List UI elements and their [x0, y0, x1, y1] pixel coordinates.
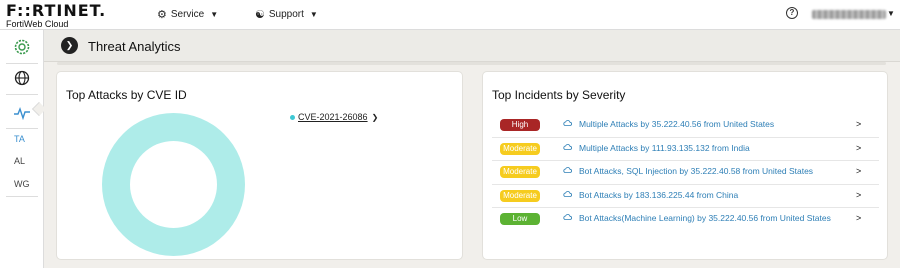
incident-row[interactable]: High Multiple Attacks by 35.222.40.56 fro… — [492, 114, 879, 138]
globe-icon[interactable] — [13, 69, 31, 87]
cloud-icon — [563, 120, 572, 126]
severity-badge: High — [500, 119, 540, 131]
service-menu-label: Service — [170, 9, 205, 20]
chevron-right-icon[interactable]: > — [856, 166, 861, 176]
user-account-redacted[interactable] — [812, 10, 886, 19]
support-menu[interactable]: ☯ Support ▼ — [255, 8, 318, 21]
chevron-right-icon[interactable]: > — [856, 213, 861, 223]
top-navbar: F::RTINET. FortiWeb Cloud ⚙ Service ▼ ☯ … — [0, 0, 900, 30]
header-divider — [57, 62, 886, 65]
severity-badge: Moderate — [500, 142, 540, 155]
card-title: Top Attacks by CVE ID — [66, 88, 187, 102]
sidebar-divider — [6, 63, 38, 64]
user-menu-caret-icon[interactable]: ▼ — [887, 9, 895, 18]
incident-list: High Multiple Attacks by 35.222.40.56 fro… — [492, 114, 879, 232]
cloud-icon — [563, 143, 572, 150]
service-menu[interactable]: ⚙ Service ▼ — [157, 8, 218, 21]
donut-hole — [130, 141, 217, 228]
sidebar-divider — [6, 196, 38, 197]
incident-link[interactable]: Multiple Attacks by 111.93.135.132 from … — [579, 143, 750, 153]
activity-pulse-icon[interactable] — [13, 104, 31, 122]
sidebar-item-al[interactable]: AL — [0, 156, 44, 166]
fortinet-logo[interactable]: F::RTINET. FortiWeb Cloud — [6, 3, 106, 29]
chevron-right-icon[interactable]: > — [856, 119, 861, 129]
product-name: FortiWeb Cloud — [6, 19, 69, 29]
severity-badge: Low — [500, 213, 540, 225]
chevron-right-icon[interactable]: ❯ — [61, 37, 78, 54]
service-icon: ⚙ — [157, 9, 167, 21]
incident-link[interactable]: Bot Attacks(Machine Learning) by 35.222.… — [579, 213, 831, 223]
incident-row[interactable]: Moderate Bot Attacks, SQL Injection by 35… — [492, 161, 879, 185]
cloud-icon — [563, 167, 572, 173]
severity-badge: Moderate — [500, 166, 540, 178]
top-attacks-cve-card: Top Attacks by CVE ID CVE-2021-26086 ❯ — [57, 72, 462, 259]
sidebar-item-wg[interactable]: WG — [0, 179, 44, 189]
support-icon: ☯ — [255, 9, 265, 21]
chevron-right-icon: ❯ — [371, 112, 379, 122]
sidebar: TA AL WG — [0, 30, 44, 268]
settings-gear-icon[interactable] — [13, 38, 31, 56]
cloud-icon — [563, 214, 572, 220]
sidebar-divider — [6, 94, 38, 95]
sidebar-divider — [6, 128, 38, 129]
incident-row[interactable]: Moderate Multiple Attacks by 111.93.135.1… — [492, 138, 879, 161]
incident-link[interactable]: Bot Attacks, SQL Injection by 35.222.40.… — [579, 166, 813, 176]
sidebar-item-ta[interactable]: TA — [0, 134, 44, 144]
incident-row[interactable]: Moderate Bot Attacks by 183.136.225.44 fr… — [492, 185, 879, 208]
card-title: Top Incidents by Severity — [492, 88, 626, 102]
incident-link[interactable]: Bot Attacks by 183.136.225.44 from China — [579, 190, 738, 200]
legend-color-dot — [290, 114, 295, 120]
chevron-right-icon[interactable]: > — [856, 143, 861, 153]
support-menu-label: Support — [268, 9, 304, 20]
chart-legend-item[interactable]: CVE-2021-26086 ❯ — [290, 112, 378, 122]
legend-label: CVE-2021-26086 — [298, 112, 368, 122]
page-header: ❯ Threat Analytics — [44, 30, 900, 62]
logo-wordmark: F::RTINET. — [6, 1, 107, 20]
top-incidents-card: Top Incidents by Severity High Multiple A… — [483, 72, 887, 259]
chevron-down-icon: ▼ — [210, 10, 219, 19]
incident-row[interactable]: Low Bot Attacks(Machine Learning) by 35.2… — [492, 208, 879, 232]
cloud-icon — [563, 190, 572, 197]
page-title: Threat Analytics — [88, 39, 181, 54]
chevron-down-icon: ▼ — [309, 10, 318, 19]
help-icon[interactable]: ? — [786, 7, 798, 19]
incident-link[interactable]: Multiple Attacks by 35.222.40.56 from Un… — [579, 119, 774, 129]
severity-badge: Moderate — [500, 189, 540, 202]
chevron-right-icon[interactable]: > — [856, 190, 861, 200]
cve-donut-chart[interactable] — [102, 113, 245, 256]
